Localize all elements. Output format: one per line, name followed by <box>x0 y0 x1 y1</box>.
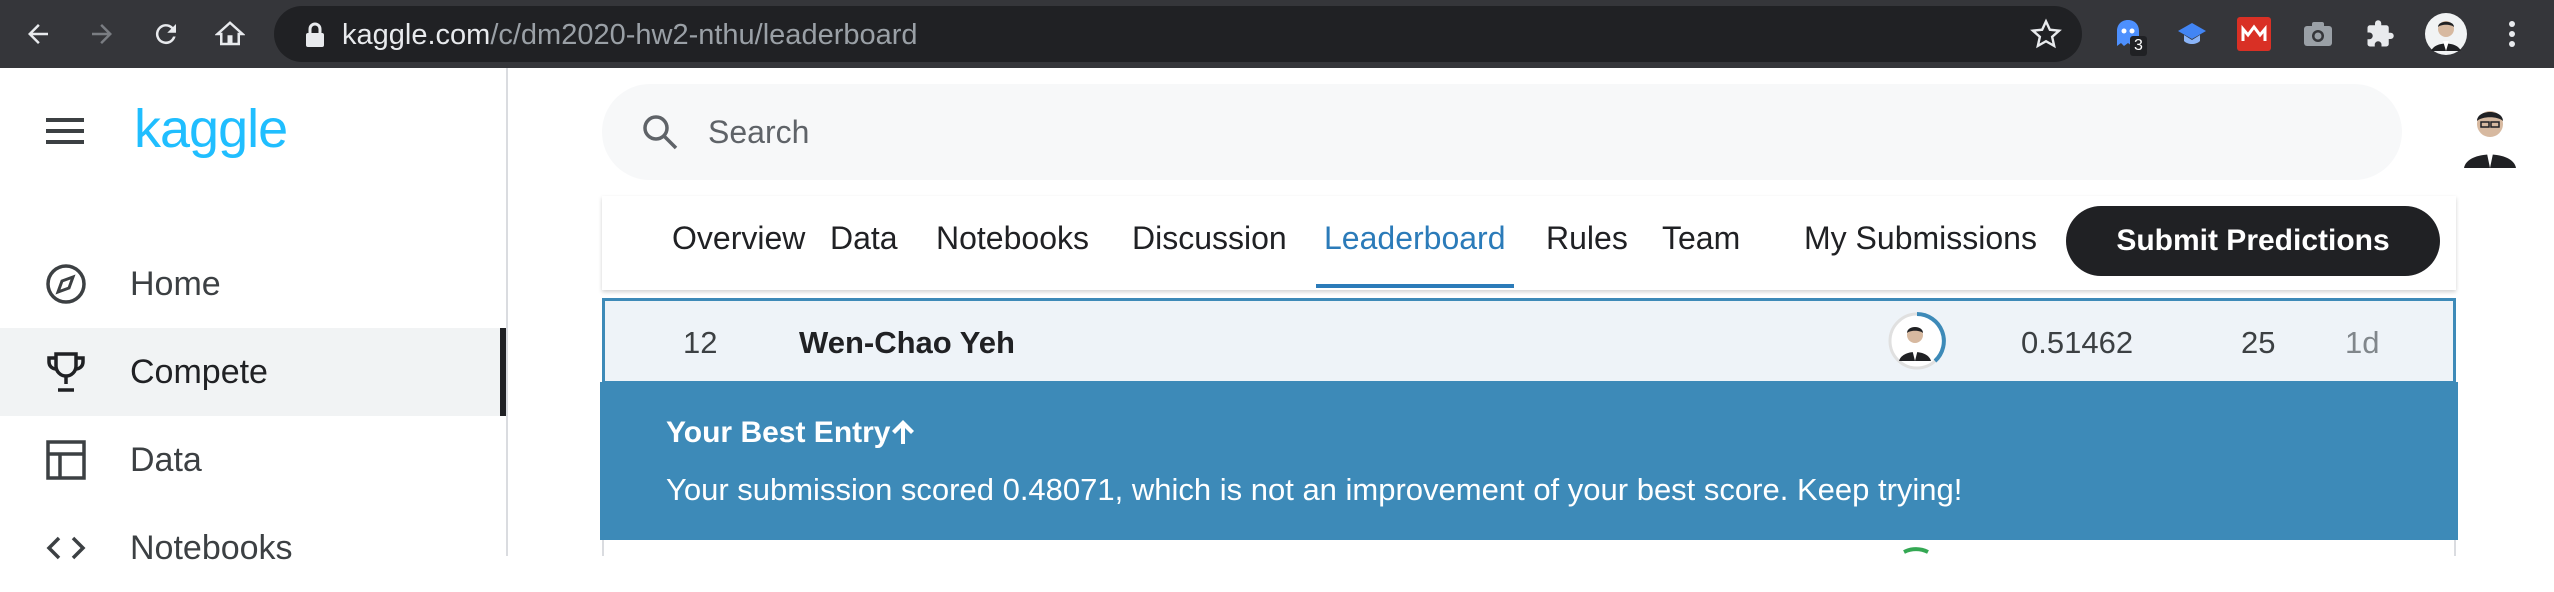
user-avatar[interactable] <box>2460 100 2520 168</box>
url-path: /c/dm2020-hw2-nthu/leaderboard <box>490 19 918 51</box>
code-icon <box>46 536 86 560</box>
last-submission: 1d <box>2345 325 2380 360</box>
url-domain: kaggle.com <box>342 19 491 51</box>
table-icon <box>46 440 86 480</box>
lock-icon <box>306 22 324 47</box>
extension-camera[interactable] <box>2296 12 2340 56</box>
tab-discussion[interactable]: Discussion <box>1132 220 1287 257</box>
best-entry-banner: Your Best Entry Your submission scored 0… <box>600 382 2458 540</box>
compass-icon <box>46 264 86 304</box>
address-bar[interactable]: kaggle.com/c/dm2020-hw2-nthu/leaderboard <box>274 6 2082 62</box>
avatar <box>2425 13 2467 55</box>
entries-count: 25 <box>2241 325 2276 360</box>
tab-my-submissions[interactable]: My Submissions <box>1804 220 2037 257</box>
arrow-up-icon <box>892 420 914 444</box>
sidebar-item-label: Notebooks <box>130 528 293 567</box>
banner-title: Your Best Entry <box>666 416 891 449</box>
arrow-left-icon <box>28 24 48 44</box>
sidebar-item-notebooks[interactable]: Notebooks <box>0 504 506 592</box>
tab-data[interactable]: Data <box>830 220 898 257</box>
mendeley-icon <box>2237 17 2271 51</box>
browser-toolbar: kaggle.com/c/dm2020-hw2-nthu/leaderboard… <box>0 0 2554 68</box>
sidebar: kaggle Home Compete Data Notebooks <box>0 68 508 567</box>
browser-menu-button[interactable] <box>2490 12 2534 56</box>
sidebar-item-data[interactable]: Data <box>0 416 506 504</box>
home-icon <box>215 21 245 46</box>
sidebar-item-label: Data <box>130 440 202 479</box>
tab-team[interactable]: Team <box>1662 220 1740 257</box>
browser-profile-avatar[interactable] <box>2424 12 2468 56</box>
rank: 12 <box>683 325 718 360</box>
tab-leaderboard[interactable]: Leaderboard <box>1324 220 1505 257</box>
avatar-ring-partial <box>1903 547 1929 554</box>
graduation-cap-icon <box>2178 23 2206 44</box>
hamburger-menu-icon[interactable] <box>46 116 84 146</box>
team-avatar[interactable] <box>1887 311 1947 371</box>
active-tab-indicator <box>1316 284 1514 288</box>
puzzle-icon <box>2367 20 2394 47</box>
sidebar-item-label: Home <box>130 264 221 303</box>
search-input[interactable] <box>708 110 2308 154</box>
extensions-menu[interactable] <box>2358 12 2402 56</box>
arrow-right-icon <box>92 24 112 44</box>
search-bar <box>602 84 2402 180</box>
leaderboard-row[interactable]: 12 Wen-Chao Yeh 0.51462 25 1d <box>602 298 2456 384</box>
extension-scholar[interactable] <box>2170 12 2214 56</box>
banner-message: Your submission scored 0.48071, which is… <box>666 472 1963 507</box>
back-button[interactable] <box>14 10 62 58</box>
extension-mendeley[interactable] <box>2232 12 2276 56</box>
more-vert-icon <box>2509 21 2515 47</box>
sidebar-item-label: Compete <box>130 352 268 391</box>
extension-ghost[interactable]: 3 <box>2106 12 2150 56</box>
trophy-icon <box>47 352 85 392</box>
submit-predictions-button[interactable]: Submit Predictions <box>2066 206 2440 276</box>
kaggle-logo[interactable]: kaggle <box>134 98 288 160</box>
search-icon <box>643 115 678 150</box>
score: 0.51462 <box>2021 325 2134 360</box>
reload-icon <box>155 24 176 45</box>
camera-icon <box>2304 22 2332 46</box>
tab-notebooks[interactable]: Notebooks <box>936 220 1089 257</box>
url-text: kaggle.com/c/dm2020-hw2-nthu/leaderboard <box>342 19 918 52</box>
extension-badge: 3 <box>2130 36 2147 56</box>
sidebar-item-home[interactable]: Home <box>0 240 506 328</box>
home-button[interactable] <box>206 10 254 58</box>
bookmark-star-icon[interactable] <box>2030 18 2062 50</box>
team-name[interactable]: Wen-Chao Yeh <box>799 325 1015 361</box>
tab-rules[interactable]: Rules <box>1546 220 1628 257</box>
next-leaderboard-row <box>602 540 2456 556</box>
reload-button[interactable] <box>142 10 190 58</box>
forward-button[interactable] <box>78 10 126 58</box>
sidebar-item-compete[interactable]: Compete <box>0 328 506 416</box>
tab-overview[interactable]: Overview <box>672 220 805 257</box>
